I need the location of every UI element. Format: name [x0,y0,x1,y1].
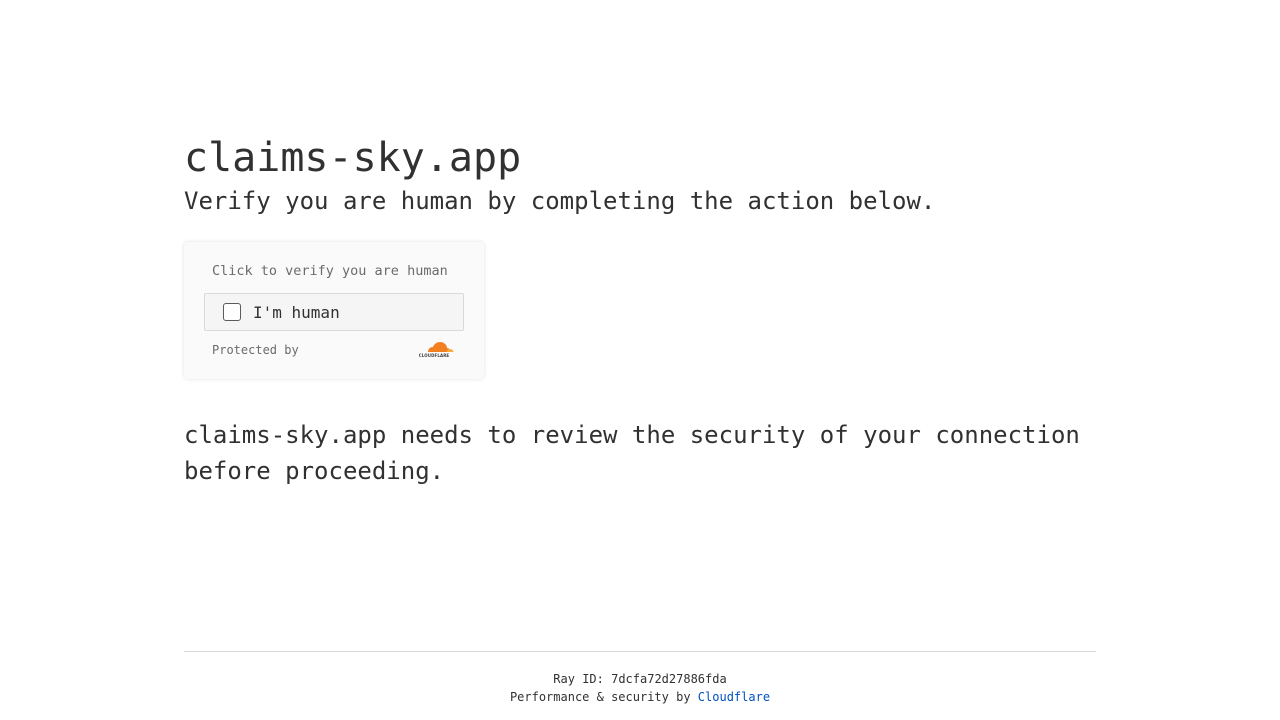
performance-text: Performance & security by [509,690,691,704]
performance-line: Performance & security by Cloudflare [184,688,1096,706]
cloudflare-logo[interactable]: CLOUDFLARE [414,341,454,359]
cloudflare-link[interactable]: Cloudflare [698,690,770,704]
footer: Ray ID: 7dcfa72d27886fda Performance & s… [184,651,1096,706]
ray-id-line: Ray ID: 7dcfa72d27886fda [184,670,1096,688]
ray-id-value: 7dcfa72d27886fda [611,672,727,686]
widget-prompt: Click to verify you are human [212,263,448,279]
ray-id-label: Ray ID: [553,672,604,686]
challenge-page: claims-sky.app Verify you are human by c… [0,0,1280,720]
site-title: claims-sky.app [184,135,522,181]
human-verify-checkbox-row[interactable]: I'm human [204,293,464,331]
cloudflare-cloud-icon [428,342,454,352]
checkbox-label: I'm human [253,303,340,322]
security-review-message: claims-sky.app needs to review the secur… [184,421,1080,485]
turnstile-widget: Click to verify you are human I'm human … [184,242,484,379]
human-checkbox[interactable] [223,303,241,321]
protected-by-label: Protected by [212,343,299,357]
main-content: claims-sky.app Verify you are human by c… [184,134,1096,489]
verify-heading: Verify you are human by completing the a… [184,187,936,215]
cloudflare-logo-text: CLOUDFLARE [418,353,450,358]
